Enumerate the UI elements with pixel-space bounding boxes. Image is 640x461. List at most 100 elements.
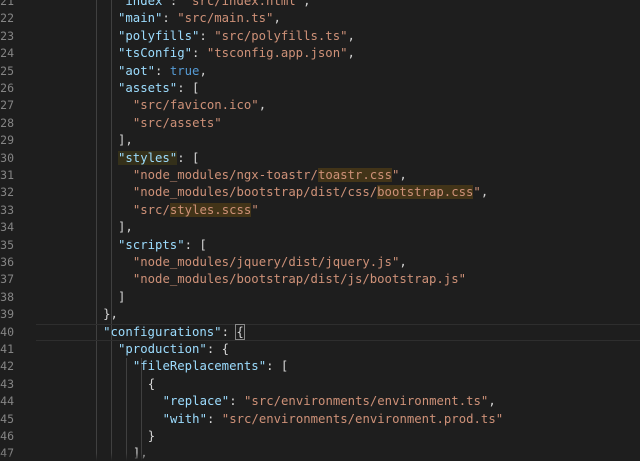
code-token: , xyxy=(399,168,407,182)
code-line[interactable]: 45 "with": "src/environments/environment.… xyxy=(0,411,640,428)
code-token: "node_modules/jquery/dist/jquery.js" xyxy=(132,255,400,269)
code-text: "node_modules/jquery/dist/jquery.js", xyxy=(133,254,407,271)
code-line[interactable]: 43 { xyxy=(0,376,640,393)
code-text: ], xyxy=(118,132,133,149)
line-number: 37 xyxy=(0,272,14,287)
code-token: , xyxy=(399,255,407,269)
code-token: : xyxy=(169,0,185,8)
code-token: "src/index.html" xyxy=(184,0,304,8)
code-text: "aot": true, xyxy=(118,63,207,80)
code-token: , xyxy=(347,28,355,43)
line-number: 24 xyxy=(0,46,14,61)
line-number: 38 xyxy=(0,289,14,304)
code-token: "src/favicon.ico" xyxy=(132,98,259,113)
code-line[interactable]: 38] xyxy=(0,289,640,306)
code-token: : [ xyxy=(266,359,289,374)
code-token: "fileReplacements" xyxy=(132,359,267,374)
line-number: 22 xyxy=(0,11,14,26)
code-line[interactable]: 30 "styles": [ xyxy=(0,150,640,167)
line-number: 39 xyxy=(0,307,14,322)
code-line[interactable]: 36 "node_modules/jquery/dist/jquery.js", xyxy=(0,254,640,271)
code-token: , xyxy=(273,11,281,26)
code-text: "replace": "src/environments/environment… xyxy=(163,393,496,410)
code-token: "tsconfig.app.json" xyxy=(206,46,348,61)
code-line[interactable]: 25 "aot": true, xyxy=(0,63,640,80)
code-line[interactable]: 35 "scripts": [ xyxy=(0,237,640,254)
code-text: "node_modules/bootstrap/dist/css/bootstr… xyxy=(133,184,488,201)
code-token: ], xyxy=(117,220,133,235)
code-line[interactable]: 37 "node_modules/bootstrap/dist/js/bootst… xyxy=(0,271,640,288)
code-line[interactable]: 46} xyxy=(0,428,640,445)
code-line[interactable]: 27 "src/favicon.ico", xyxy=(0,97,640,114)
code-text: "styles": [ xyxy=(117,150,199,167)
code-line[interactable]: 23 "polyfills": "src/polyfills.ts", xyxy=(0,28,640,45)
code-line[interactable]: 28 "src/assets" xyxy=(0,115,640,132)
code-token: { xyxy=(235,323,245,340)
code-text: "node_modules/ngx-toastr/toastr.css", xyxy=(133,167,407,184)
line-number: 46 xyxy=(0,429,14,443)
code-line[interactable]: 24 "tsConfig": "tsconfig.app.json", xyxy=(0,45,640,62)
code-text: { xyxy=(148,376,155,393)
code-token: "with" xyxy=(162,411,207,426)
code-line[interactable]: 39}, xyxy=(0,306,640,323)
code-token: "src/polyfills.ts" xyxy=(214,28,348,43)
code-line[interactable]: 44 "replace": "src/environments/environme… xyxy=(0,393,640,410)
code-line[interactable]: 26 "assets": [ xyxy=(0,80,640,97)
code-token: "aot" xyxy=(117,63,156,78)
line-number: 40 xyxy=(0,324,14,339)
code-line[interactable]: 31 "node_modules/ngx-toastr/toastr.css", xyxy=(0,167,640,184)
line-number: 34 xyxy=(0,220,14,235)
code-line[interactable]: 21 "index": "src/index.html", xyxy=(0,0,640,10)
code-token: : xyxy=(229,394,245,409)
line-number: 41 xyxy=(0,342,14,356)
code-token: , xyxy=(199,63,207,78)
code-token: : xyxy=(155,63,170,78)
code-text: "assets": [ xyxy=(118,80,199,97)
code-line[interactable]: 32 "node_modules/bootstrap/dist/css/boots… xyxy=(0,184,640,201)
line-number: 28 xyxy=(0,115,14,130)
code-token: toastr.css xyxy=(317,168,392,182)
code-token: : [ xyxy=(184,237,207,252)
code-line[interactable]: 41 "production": { xyxy=(0,341,640,358)
code-token: styles.scss xyxy=(169,202,252,217)
code-token: "src/environments/environment.ts" xyxy=(244,394,489,409)
code-token: : xyxy=(221,324,237,339)
line-number: 35 xyxy=(0,237,14,252)
line-number: 29 xyxy=(0,133,14,148)
code-token: } xyxy=(147,429,156,443)
code-text: ] xyxy=(118,289,125,306)
code-token: "assets" xyxy=(117,81,178,95)
code-line[interactable]: 34], xyxy=(0,219,640,236)
code-token: : { xyxy=(206,342,230,356)
editor-bottom-edge xyxy=(0,453,640,461)
code-token: "scripts" xyxy=(117,237,185,252)
code-text: "src/assets" xyxy=(133,115,222,132)
code-editor[interactable]: 21 "index": "src/index.html", 22 "main": "s… xyxy=(0,0,640,461)
code-token: : xyxy=(199,28,215,43)
code-token: "configurations" xyxy=(103,324,222,339)
code-line[interactable]: 40 "configurations": { xyxy=(0,323,640,341)
code-token: true xyxy=(169,63,200,78)
code-token: , xyxy=(303,0,311,8)
line-number: 25 xyxy=(0,63,14,78)
code-token: : xyxy=(192,46,207,61)
line-number: 36 xyxy=(0,255,14,269)
code-token: , xyxy=(347,46,355,61)
code-token: "replace" xyxy=(162,394,230,409)
code-token: : xyxy=(162,11,178,26)
code-line[interactable]: 22 "main": "src/main.ts", xyxy=(0,10,640,27)
code-token: ], xyxy=(117,133,133,148)
code-text: "polyfills": "src/polyfills.ts", xyxy=(118,28,355,45)
code-text: "index": "src/index.html", xyxy=(118,0,311,10)
code-line[interactable]: 33 "src/styles.scss" xyxy=(0,202,640,219)
code-line[interactable]: 29], xyxy=(0,132,640,149)
code-text: "fileReplacements": [ xyxy=(133,358,288,375)
code-text: "with": "src/environments/environment.pr… xyxy=(163,411,504,428)
code-text: "production": { xyxy=(118,341,229,358)
code-line[interactable]: 42 "fileReplacements": [ xyxy=(0,358,640,375)
code-text: "tsConfig": "tsconfig.app.json", xyxy=(118,45,355,62)
code-text: "src/styles.scss" xyxy=(133,202,259,219)
line-number: 23 xyxy=(0,28,14,43)
line-number: 32 xyxy=(0,185,14,200)
code-text: }, xyxy=(103,306,118,323)
